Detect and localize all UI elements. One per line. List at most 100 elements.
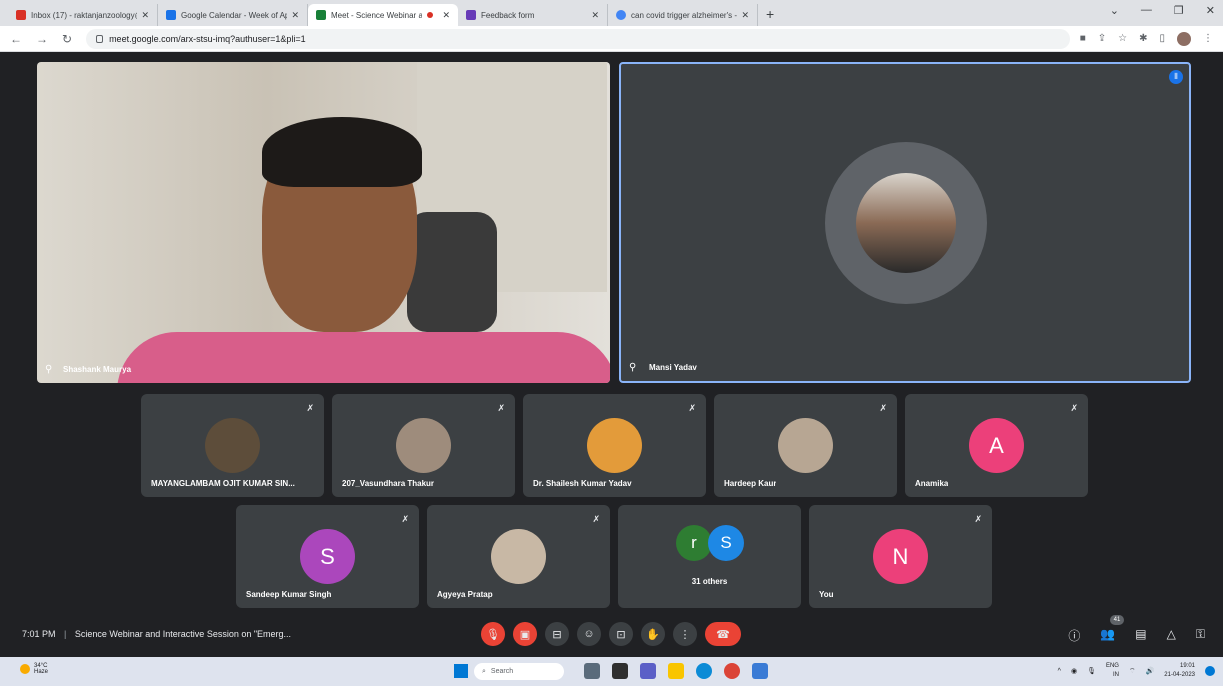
extensions-icon[interactable]: ✱	[1139, 33, 1147, 44]
host-controls-icon[interactable]: ⚿	[1196, 627, 1205, 644]
avatar	[778, 418, 833, 473]
side-panel-controls: ⓘ 👥 ▤ △ ⚿	[1068, 627, 1205, 644]
participant-tile[interactable]: ✗ MAYANGLAMBAM OJIT KUMAR SIN...	[141, 394, 324, 497]
share-icon[interactable]: ⇪	[1098, 33, 1106, 44]
weather-widget[interactable]: 34°C Haze	[20, 663, 48, 675]
weather-desc: Haze	[34, 669, 49, 675]
store-icon[interactable]	[752, 663, 768, 679]
file-explorer-icon[interactable]	[668, 663, 684, 679]
tab-meet[interactable]: Meet - Science Webinar and ✕	[308, 4, 458, 26]
participant-count-badge: 41	[1110, 615, 1124, 625]
camera-icon[interactable]: ■	[1080, 33, 1086, 44]
leave-call-button[interactable]: ☎	[705, 622, 741, 646]
search-icon: ⌕	[482, 667, 486, 675]
avatar	[587, 418, 642, 473]
present-button[interactable]: ⊡	[609, 622, 633, 646]
tab-inbox[interactable]: Inbox (17) - raktanjanzoology@ ✕	[8, 4, 158, 26]
url-field[interactable]: meet.google.com/arx-stsu-imq?authuser=1&…	[86, 28, 1070, 49]
close-tab-icon[interactable]: ✕	[591, 10, 599, 21]
taskbar-search[interactable]: ⌕ Search	[474, 663, 564, 680]
participant-main-tile[interactable]: ⦀ ⚲ Mansi Yadav	[619, 62, 1191, 383]
others-tile[interactable]: r S 31 others	[618, 505, 801, 608]
tile-name: Shashank Maurya	[63, 365, 132, 374]
network-app-icon[interactable]: ◉	[1071, 667, 1077, 675]
activities-icon[interactable]: △	[1167, 627, 1176, 644]
reload-icon[interactable]: ↻	[62, 32, 72, 46]
gmail-icon	[16, 10, 26, 20]
profile-avatar[interactable]	[1177, 31, 1191, 46]
mic-tray-icon[interactable]: 🎙	[1087, 667, 1096, 675]
participant-tile[interactable]: ✗ Dr. Shailesh Kumar Yadav	[523, 394, 706, 497]
participant-tile[interactable]: ✗ 207_Vasundhara Thakur	[332, 394, 515, 497]
chat-app-icon[interactable]	[640, 663, 656, 679]
recording-indicator-icon	[427, 12, 434, 18]
camera-toggle-button[interactable]: ▣	[513, 622, 537, 646]
close-tab-icon[interactable]: ✕	[442, 10, 450, 21]
pinned-apps	[584, 663, 768, 679]
back-icon[interactable]: ←	[10, 32, 22, 46]
app-widget-icon[interactable]	[584, 663, 600, 679]
participant-tile[interactable]: ✗ Hardeep Kaur	[714, 394, 897, 497]
wifi-icon[interactable]: ⌔	[1129, 667, 1136, 676]
tab-feedback[interactable]: Feedback form ✕	[458, 4, 608, 26]
minimize-icon[interactable]: —	[1141, 4, 1152, 17]
clock-time: 19:01	[1179, 663, 1195, 669]
chat-icon[interactable]: ▤	[1135, 627, 1146, 644]
edge-icon[interactable]	[696, 663, 712, 679]
volume-icon[interactable]: 🔊	[1146, 667, 1155, 675]
close-tab-icon[interactable]: ✕	[291, 10, 299, 21]
tab-title: Meet - Science Webinar and	[331, 10, 423, 20]
more-options-button[interactable]: ⋮	[673, 622, 697, 646]
sidebar-icon[interactable]: ▯	[1159, 33, 1165, 44]
close-tab-icon[interactable]: ✕	[741, 10, 749, 21]
bookmark-star-icon[interactable]: ☆	[1118, 33, 1127, 44]
speaker-video-tile[interactable]: ⚲ Shashank Maurya	[37, 62, 610, 383]
tile-name: Sandeep Kumar Singh	[246, 590, 332, 599]
mic-off-icon: ✗	[974, 514, 982, 524]
menu-icon[interactable]: ⋮	[1203, 33, 1213, 44]
google-icon	[616, 10, 626, 20]
tab-search-icon[interactable]: ⌄	[1110, 4, 1119, 17]
captions-button[interactable]: ⊟	[545, 622, 569, 646]
chrome-icon[interactable]	[724, 663, 740, 679]
forms-icon	[466, 10, 476, 20]
tab-search[interactable]: can covid trigger alzheimer's - G ✕	[608, 4, 758, 26]
task-view-icon[interactable]	[612, 663, 628, 679]
pin-icon[interactable]: ⚲	[45, 364, 52, 375]
tile-name: Dr. Shailesh Kumar Yadav	[533, 479, 632, 488]
reactions-button[interactable]: ☺	[577, 622, 601, 646]
language-indicator[interactable]: ENG IN	[1106, 662, 1119, 680]
self-tile[interactable]: ✗ N You	[809, 505, 992, 608]
avatar	[396, 418, 451, 473]
meeting-time: 7:01 PM	[22, 629, 56, 639]
close-tab-icon[interactable]: ✕	[141, 10, 149, 21]
mic-toggle-button[interactable]: 🎙	[481, 622, 505, 646]
close-window-icon[interactable]: ✕	[1206, 4, 1215, 17]
info-icon[interactable]: ⓘ	[1068, 627, 1080, 644]
video-background-chair	[407, 212, 497, 332]
divider: |	[64, 629, 67, 639]
tab-title: Feedback form	[481, 10, 535, 20]
participant-tile[interactable]: ✗ Agyeya Pratap	[427, 505, 610, 608]
notification-icon[interactable]	[1205, 666, 1215, 676]
calendar-icon	[166, 10, 176, 20]
clock[interactable]: 19:01 21-04-2023	[1164, 662, 1195, 680]
raise-hand-button[interactable]: ✋	[641, 622, 665, 646]
chevron-up-icon[interactable]: ^	[1058, 668, 1061, 675]
people-icon[interactable]: 👥	[1100, 627, 1115, 644]
meeting-title: Science Webinar and Interactive Session …	[74, 629, 292, 639]
tab-title: can covid trigger alzheimer's - G	[631, 10, 738, 20]
new-tab-button[interactable]: +	[766, 4, 774, 26]
tile-name: Agyeya Pratap	[437, 590, 493, 599]
participant-tile[interactable]: ✗ S Sandeep Kumar Singh	[236, 505, 419, 608]
tab-calendar[interactable]: Google Calendar - Week of April ✕	[158, 4, 308, 26]
participant-tile[interactable]: ✗ A Anamika	[905, 394, 1088, 497]
mic-off-icon: ✗	[1070, 403, 1078, 413]
forward-icon[interactable]: →	[36, 32, 48, 46]
system-tray: ^ ◉ 🎙 ENG IN ⌔ 🔊 19:01 21-04-2023	[1058, 662, 1215, 680]
pin-icon[interactable]: ⚲	[629, 362, 636, 373]
windows-start-icon[interactable]	[454, 664, 468, 678]
restore-icon[interactable]: ❐	[1174, 4, 1184, 17]
mic-off-icon: ✗	[879, 403, 887, 413]
tab-title: Inbox (17) - raktanjanzoology@	[31, 10, 138, 20]
